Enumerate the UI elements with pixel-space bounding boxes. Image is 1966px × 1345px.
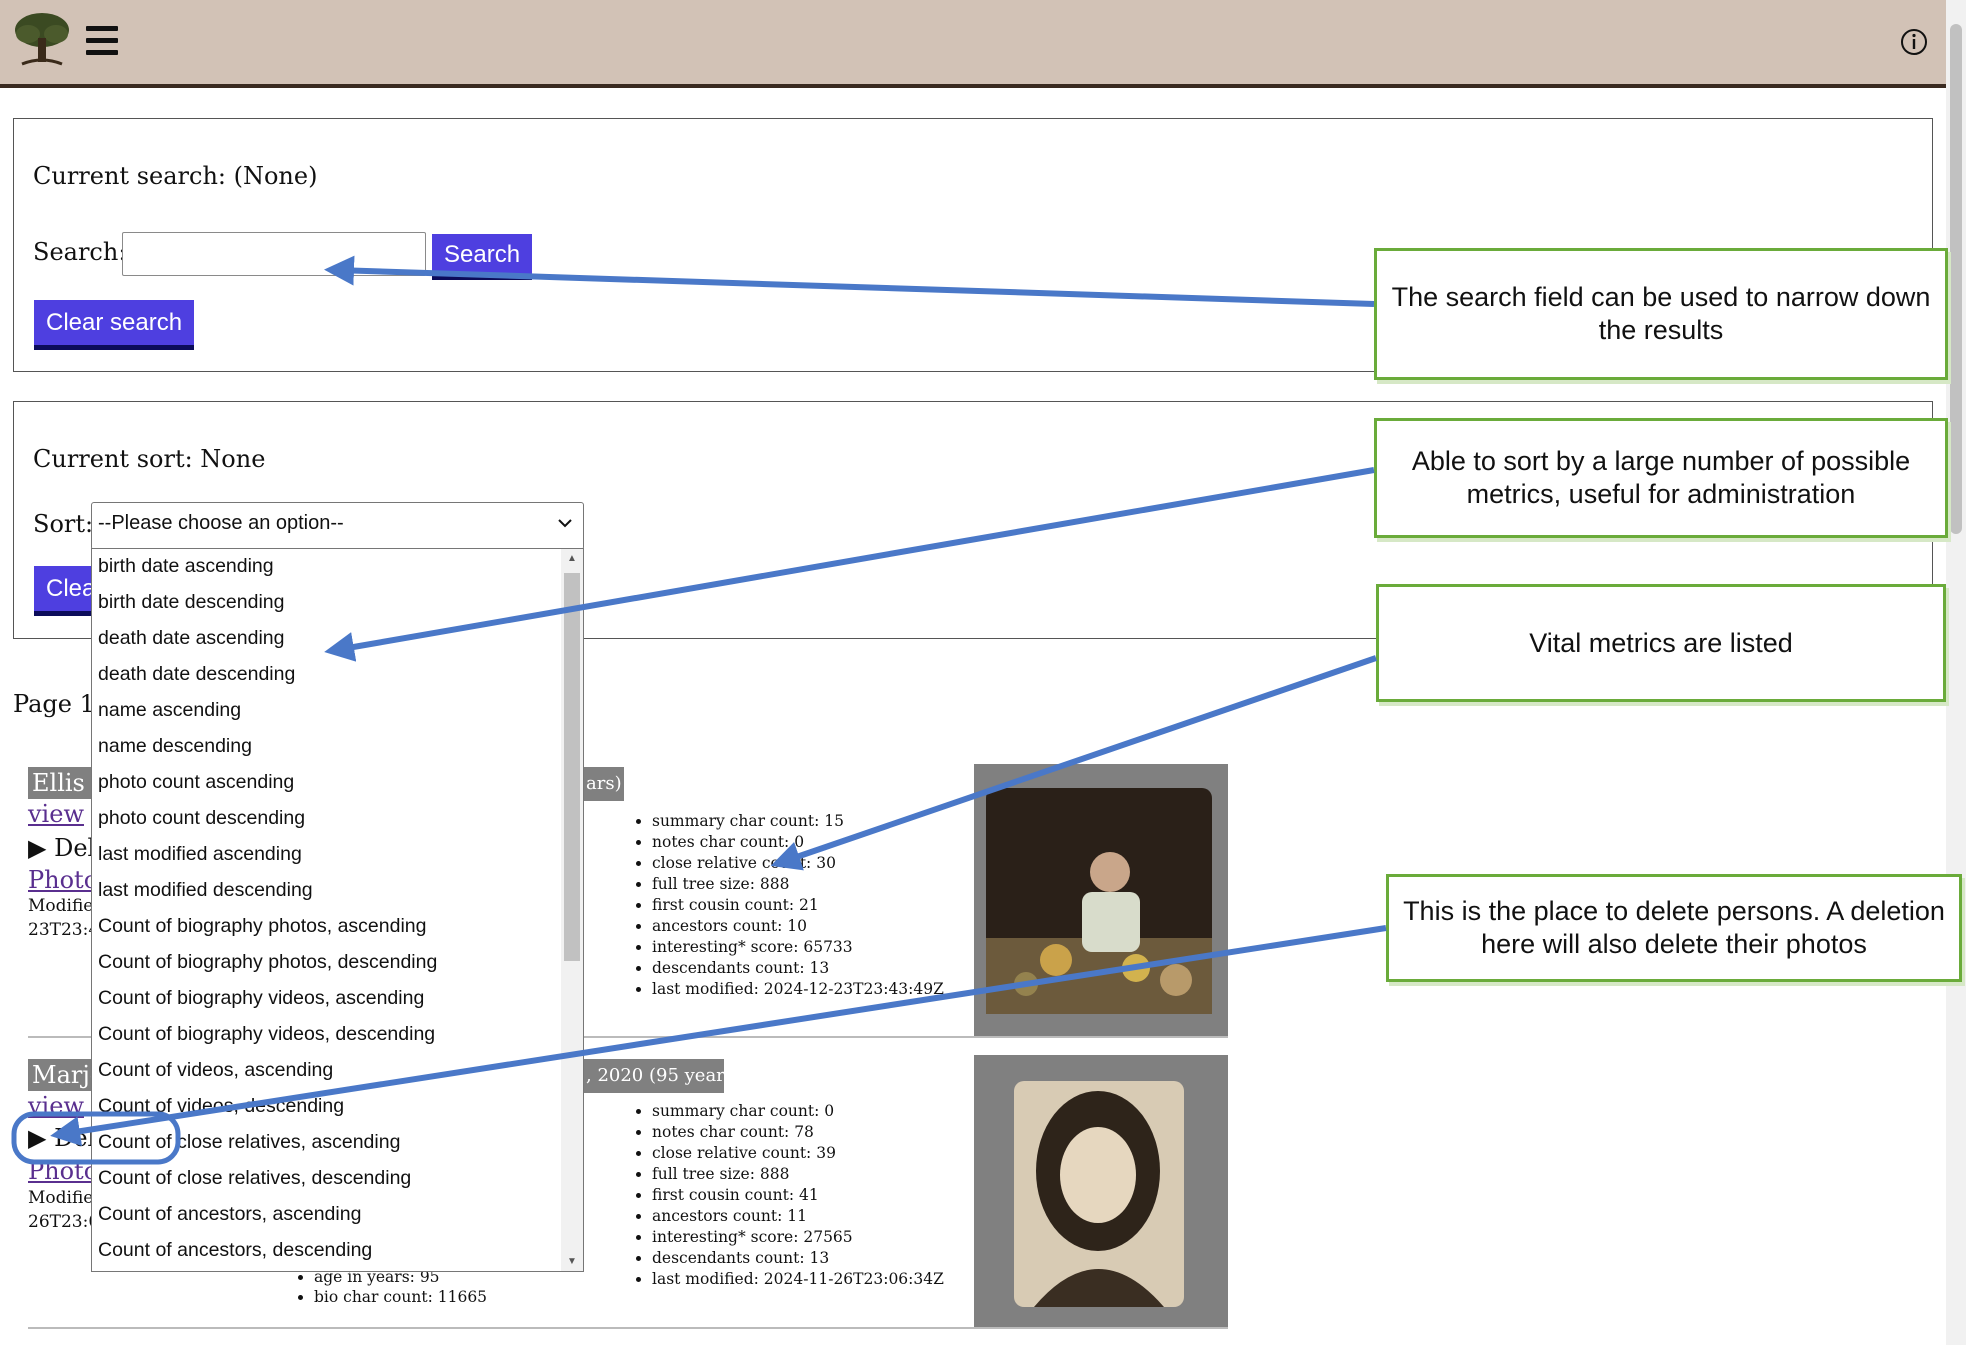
person-name: Ellis xyxy=(28,767,96,799)
metric-item: first cousin count: 21 xyxy=(652,895,944,916)
photos-link[interactable]: Photo xyxy=(28,866,98,894)
modified-value: 23T23:4 xyxy=(28,920,100,940)
metric-item: full tree size: 888 xyxy=(652,874,944,895)
metric-item: bio char count: 11665 xyxy=(314,1287,487,1307)
modified-label: Modifie xyxy=(28,896,94,916)
metric-item: interesting* score: 27565 xyxy=(652,1227,944,1248)
sort-option[interactable]: Count of videos, ascending xyxy=(92,1053,583,1089)
person-photo-frame[interactable] xyxy=(974,1055,1228,1327)
sort-option[interactable]: death date descending xyxy=(92,657,583,693)
sort-options-list[interactable]: birth date ascending birth date descendi… xyxy=(91,548,584,1272)
modified-value: 26T23:0 xyxy=(28,1212,100,1232)
sort-option[interactable]: last modified ascending xyxy=(92,837,583,873)
metric-item: descendants count: 13 xyxy=(652,1248,944,1269)
metrics-list: summary char count: 15 notes char count:… xyxy=(628,811,944,1000)
delete-toggle[interactable]: ▶ Del xyxy=(28,1124,95,1152)
photos-link[interactable]: Photo xyxy=(28,1157,98,1185)
sort-option[interactable]: Count of biography videos, ascending xyxy=(92,981,583,1017)
search-button[interactable]: Search xyxy=(432,234,532,280)
dropdown-scrollbar-thumb[interactable] xyxy=(564,573,580,961)
view-link[interactable]: view xyxy=(28,800,84,828)
callout-delete: This is the place to delete persons. A d… xyxy=(1386,874,1962,982)
callout-search: The search field can be used to narrow d… xyxy=(1374,248,1948,380)
metric-item: summary char count: 15 xyxy=(652,811,944,832)
sort-option[interactable]: Count of close relatives, ascending xyxy=(92,1125,583,1161)
metric-item: ancestors count: 10 xyxy=(652,916,944,937)
sort-option[interactable]: birth date descending xyxy=(92,585,583,621)
sort-option[interactable]: name ascending xyxy=(92,693,583,729)
search-label: Search: xyxy=(33,238,127,266)
clear-sort-button[interactable]: Clea xyxy=(34,566,94,616)
callout-sort: Able to sort by a large number of possib… xyxy=(1374,418,1948,538)
metric-item: ancestors count: 11 xyxy=(652,1206,944,1227)
search-input[interactable] xyxy=(122,232,426,276)
sort-option[interactable]: death date ascending xyxy=(92,621,583,657)
extra-metrics-list: age in years: 95 bio char count: 11665 xyxy=(290,1267,487,1307)
sort-option[interactable]: Count of biography videos, descending xyxy=(92,1017,583,1053)
info-icon[interactable] xyxy=(1900,28,1928,56)
view-link[interactable]: view xyxy=(28,1092,84,1120)
sort-option[interactable]: Count of ancestors, ascending xyxy=(92,1197,583,1233)
sort-option[interactable]: Count of ancestors, descending xyxy=(92,1233,583,1269)
sort-selected-value: --Please choose an option-- xyxy=(98,512,344,534)
metrics-list: summary char count: 0 notes char count: … xyxy=(628,1101,944,1290)
sort-option[interactable]: Count of biography photos, descending xyxy=(92,945,583,981)
modified-label: Modifie xyxy=(28,1188,94,1208)
metric-item: first cousin count: 41 xyxy=(652,1185,944,1206)
sort-option[interactable]: birth date ascending xyxy=(92,549,583,585)
person-name: Marjo xyxy=(28,1059,104,1091)
scroll-up-icon[interactable]: ▲ xyxy=(567,553,577,564)
person-dates: ars) xyxy=(582,767,624,801)
sort-option[interactable]: Count of biography photos, ascending xyxy=(92,909,583,945)
scroll-down-icon[interactable]: ▼ xyxy=(567,1256,577,1267)
page-label: Page 1 xyxy=(13,690,95,718)
metric-item: notes char count: 78 xyxy=(652,1122,944,1143)
page-scrollbar-thumb[interactable] xyxy=(1950,24,1962,534)
metric-item: full tree size: 888 xyxy=(652,1164,944,1185)
metric-item: notes char count: 0 xyxy=(652,832,944,853)
person-photo[interactable] xyxy=(986,788,1212,1014)
current-search-label: Current search: (None) xyxy=(33,162,318,190)
callout-metrics: Vital metrics are listed xyxy=(1376,584,1946,702)
sort-label: Sort: xyxy=(33,510,94,538)
hamburger-icon[interactable] xyxy=(86,26,118,56)
clear-search-button[interactable]: Clear search xyxy=(34,300,194,350)
sort-option[interactable]: name descending xyxy=(92,729,583,765)
row-divider xyxy=(28,1327,1228,1329)
metric-item: last modified: 2024-12-23T23:43:49Z xyxy=(652,979,944,1000)
person-photo[interactable] xyxy=(1014,1081,1184,1307)
current-sort-label: Current sort: None xyxy=(33,445,266,473)
dropdown-scrollbar[interactable]: ▲ ▼ xyxy=(561,549,583,1271)
sort-option[interactable]: Count of videos, descending xyxy=(92,1089,583,1125)
delete-label: Del xyxy=(54,1124,96,1152)
metric-item: close relative count: 39 xyxy=(652,1143,944,1164)
metric-item: summary char count: 0 xyxy=(652,1101,944,1122)
metric-item: descendants count: 13 xyxy=(652,958,944,979)
sort-option[interactable]: photo count ascending xyxy=(92,765,583,801)
sort-select[interactable]: --Please choose an option-- xyxy=(91,502,584,550)
person-photo-frame[interactable] xyxy=(974,764,1228,1036)
sort-option[interactable]: Count of close relatives, descending xyxy=(92,1161,583,1197)
tree-icon[interactable] xyxy=(12,10,72,68)
metric-item: last modified: 2024-11-26T23:06:34Z xyxy=(652,1269,944,1290)
metric-item: close relative count: 30 xyxy=(652,853,944,874)
page-scrollbar[interactable] xyxy=(1946,0,1966,1345)
sort-option[interactable]: last modified descending xyxy=(92,873,583,909)
metric-item: interesting* score: 65733 xyxy=(652,937,944,958)
chevron-down-icon xyxy=(558,519,572,528)
sort-option[interactable]: photo count descending xyxy=(92,801,583,837)
top-bar xyxy=(0,0,1946,88)
person-dates: , 2020 (95 years) xyxy=(582,1059,724,1093)
